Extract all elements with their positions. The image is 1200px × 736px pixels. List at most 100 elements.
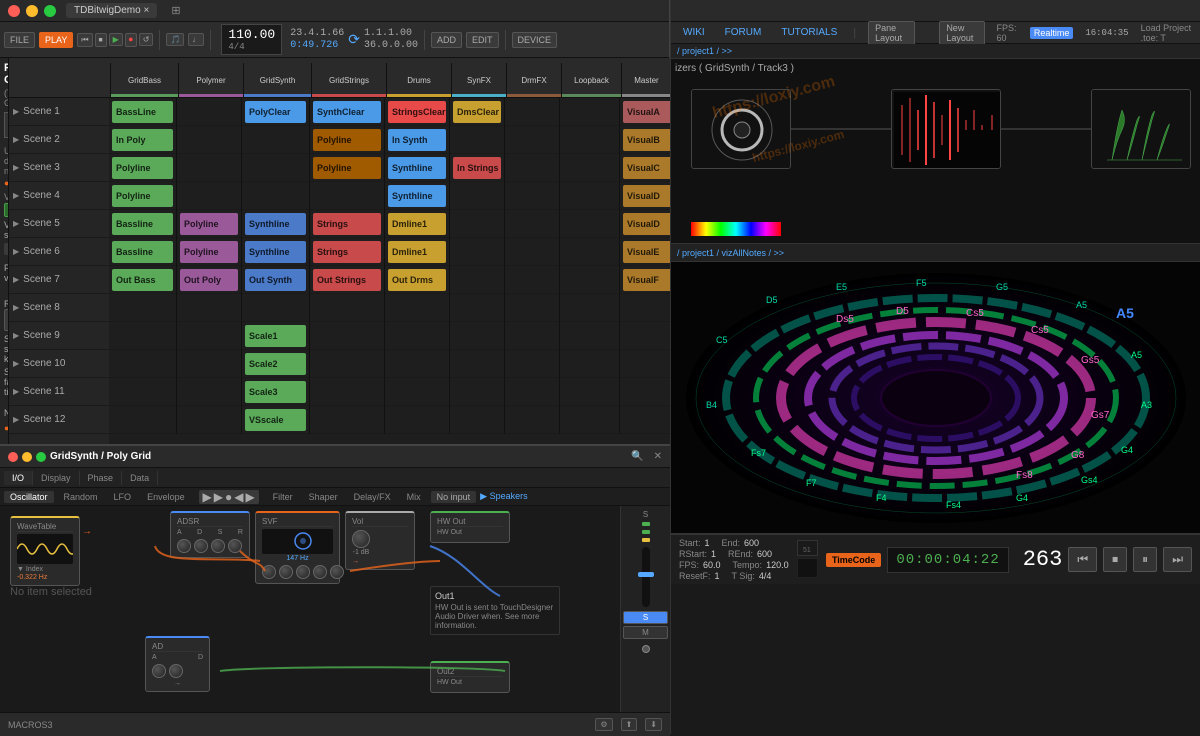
scene-arrow-7[interactable]: ▶ — [13, 275, 19, 284]
clip-cell-s2-t0[interactable]: In Poly — [109, 126, 177, 154]
clip-out-synth[interactable]: Out Synth — [245, 269, 306, 291]
td-viz-spectrum-node[interactable]: vizSpectrum — [1091, 89, 1191, 169]
scene-arrow-9[interactable]: ▶ — [13, 331, 19, 340]
clip-out-strings[interactable]: Out Strings — [313, 269, 381, 291]
transport-record[interactable]: ⏺ — [125, 33, 137, 47]
clip-cell-s7-t6[interactable] — [505, 266, 560, 294]
clip-cell-s7-t1[interactable]: Out Poly — [177, 266, 242, 294]
pg-close[interactable] — [8, 452, 18, 462]
scene-arrow-8[interactable]: ▶ — [13, 303, 19, 312]
td-transport-next[interactable]: ⏭ — [1163, 547, 1192, 572]
pg-min[interactable] — [22, 452, 32, 462]
pg-search-icon[interactable]: 🔍 — [631, 451, 643, 462]
clip-visualc[interactable]: VisualC — [623, 157, 676, 179]
clip-cell-s8-t1[interactable] — [177, 294, 242, 322]
scene-arrow-5[interactable]: ▶ — [13, 219, 19, 228]
pg-max[interactable] — [36, 452, 46, 462]
clip-cell-s4-t5[interactable] — [450, 182, 505, 210]
clip-polyline[interactable]: Polyline — [180, 213, 238, 235]
pg-subtab-envelope[interactable]: Envelope — [141, 491, 191, 503]
clip-dmline1[interactable]: Dmline1 — [388, 241, 446, 263]
transport-stop[interactable]: ⏹ — [95, 33, 107, 47]
pg-settings-btn[interactable]: ⚙ — [595, 718, 612, 731]
svf-k4[interactable] — [313, 565, 327, 579]
clip-cell-s7-t3[interactable]: Out Strings — [310, 266, 385, 294]
clip-cell-s1-t1[interactable] — [177, 98, 242, 126]
td-timeline-bar[interactable] — [797, 558, 818, 578]
clip-cell-s1-t7[interactable] — [560, 98, 620, 126]
clip-cell-s7-t7[interactable] — [560, 266, 620, 294]
clip-cell-s10-t4[interactable] — [385, 350, 450, 378]
viz-path[interactable]: / project1 / vizAllNotes / >> — [677, 248, 784, 258]
clip-out-drms[interactable]: Out Drms — [388, 269, 446, 291]
clip-visuald[interactable]: VisualD — [623, 185, 676, 207]
clip-dmsclear[interactable]: DmsClear — [453, 101, 501, 123]
clip-cell-s12-t3[interactable] — [310, 406, 385, 434]
clip-cell-s4-t0[interactable]: Polyline — [109, 182, 177, 210]
clip-cell-s9-t2[interactable]: Scale1 — [242, 322, 310, 350]
clip-cell-s12-t4[interactable] — [385, 406, 450, 434]
clip-cell-s1-t3[interactable]: SynthClear — [310, 98, 385, 126]
clip-cell-s6-t6[interactable] — [505, 238, 560, 266]
tutorials-btn[interactable]: TUTORIALS — [777, 27, 841, 38]
clip-cell-s1-t6[interactable] — [505, 98, 560, 126]
clip-cell-s5-t6[interactable] — [505, 210, 560, 238]
clip-cell-s10-t5[interactable] — [450, 350, 505, 378]
clip-in-synth[interactable]: In Synth — [388, 129, 446, 151]
play-button[interactable]: PLAY — [39, 32, 73, 48]
pg-tab-phase[interactable]: Phase — [80, 471, 123, 485]
realtime-btn[interactable]: Realtime — [1030, 27, 1074, 39]
new-layout-btn[interactable]: New Layout — [939, 21, 984, 45]
clip-out-poly[interactable]: Out Poly — [180, 269, 238, 291]
pg-subtab-filter[interactable]: Filter — [267, 491, 299, 503]
pg-tab-data[interactable]: Data — [122, 471, 158, 485]
clip-cell-s9-t4[interactable] — [385, 322, 450, 350]
clip-cell-s8-t4[interactable] — [385, 294, 450, 322]
pg-subtab-oscillator[interactable]: Oscillator — [4, 491, 54, 503]
td-transport-stop[interactable]: ⏹ — [1103, 547, 1127, 572]
clip-cell-s3-t6[interactable] — [505, 154, 560, 182]
clip-cell-s8-t5[interactable] — [450, 294, 505, 322]
svf-k1[interactable] — [262, 565, 276, 579]
clip-cell-s4-t7[interactable] — [560, 182, 620, 210]
clip-cell-s12-t0[interactable] — [109, 406, 177, 434]
clip-synthline[interactable]: Synthline — [388, 157, 446, 179]
clip-scale2[interactable]: Scale2 — [245, 353, 306, 375]
clip-cell-s3-t1[interactable] — [177, 154, 242, 182]
add-button[interactable]: ADD — [431, 32, 462, 48]
fader-thumb[interactable] — [638, 572, 654, 577]
clip-visuala[interactable]: VisualA — [623, 101, 676, 123]
clip-cell-s11-t3[interactable] — [310, 378, 385, 406]
scene-arrow-10[interactable]: ▶ — [13, 359, 19, 368]
ad-a-knob[interactable] — [152, 664, 166, 678]
metronome-btn[interactable]: ♩ — [188, 33, 204, 46]
clip-cell-s6-t2[interactable]: Synthline — [242, 238, 310, 266]
clip-cell-s8-t7[interactable] — [560, 294, 620, 322]
clip-cell-s4-t3[interactable] — [310, 182, 385, 210]
clip-cell-s11-t6[interactable] — [505, 378, 560, 406]
clip-cell-s12-t6[interactable] — [505, 406, 560, 434]
amp-knob[interactable] — [352, 530, 370, 548]
clip-cell-s6-t3[interactable]: Strings — [310, 238, 385, 266]
adsr-d-knob[interactable] — [194, 539, 208, 553]
clip-cell-s4-t6[interactable] — [505, 182, 560, 210]
wiki-btn[interactable]: WIKI — [679, 27, 709, 38]
clip-strings[interactable]: Strings — [313, 213, 381, 235]
td-transport-pause[interactable]: ⏸ — [1133, 547, 1157, 572]
file-button[interactable]: FILE — [4, 32, 35, 48]
clip-cell-s12-t1[interactable] — [177, 406, 242, 434]
wavetable-node[interactable]: WaveTable ▼ Index -0.322 Hz — [10, 516, 80, 586]
clip-bassline[interactable]: BassLine — [112, 101, 173, 123]
pg-no-input[interactable]: No input — [431, 491, 477, 503]
pg-subtab-lfo[interactable]: LFO — [108, 491, 138, 503]
clip-cell-s5-t5[interactable] — [450, 210, 505, 238]
td-node-circular[interactable]: None — [691, 89, 791, 169]
clip-cell-s11-t2[interactable]: Scale3 — [242, 378, 310, 406]
pg-tab-display[interactable]: Display — [33, 471, 80, 485]
clip-cell-s2-t7[interactable] — [560, 126, 620, 154]
clip-cell-s9-t7[interactable] — [560, 322, 620, 350]
mixer-knob[interactable] — [642, 645, 650, 653]
clip-cell-s8-t0[interactable] — [109, 294, 177, 322]
clip-cell-s7-t2[interactable]: Out Synth — [242, 266, 310, 294]
clip-cell-s1-t4[interactable]: StringsClear — [385, 98, 450, 126]
